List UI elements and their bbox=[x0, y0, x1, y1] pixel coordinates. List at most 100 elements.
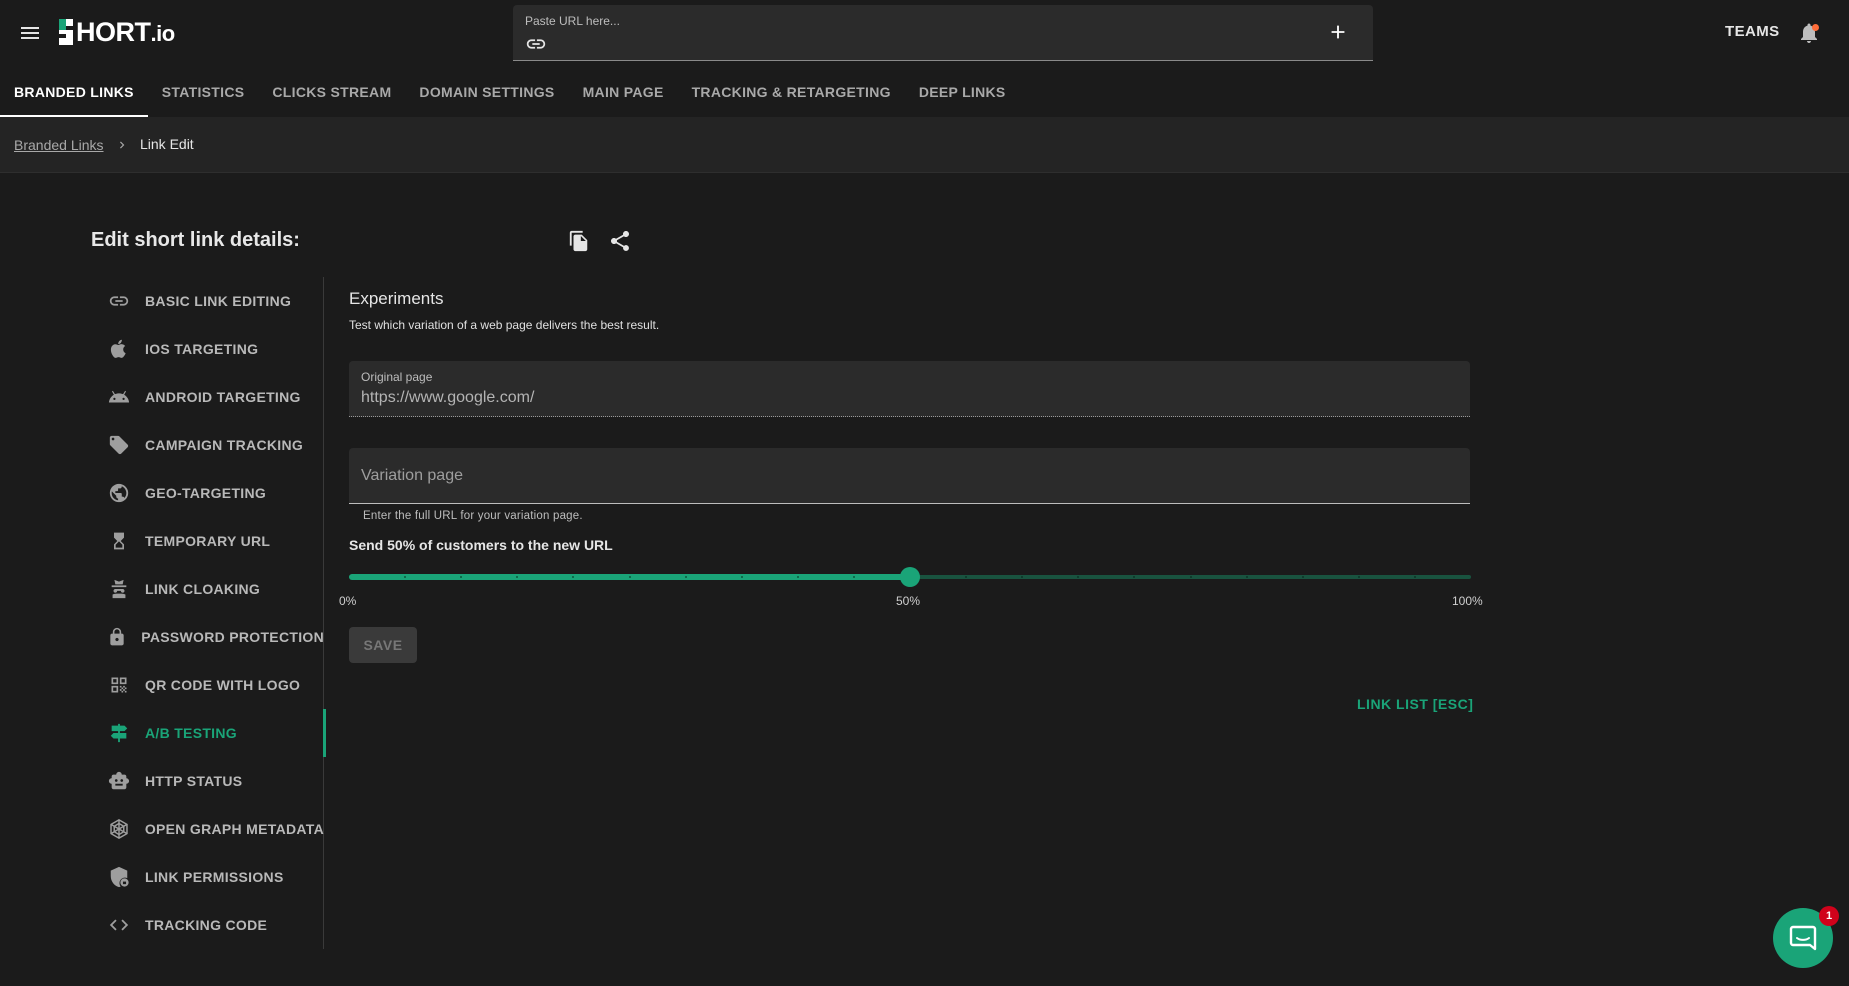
sidebar-item-label: OPEN GRAPH METADATA bbox=[145, 821, 324, 837]
slider-step-tick bbox=[853, 576, 855, 578]
breadcrumb-branded-links[interactable]: Branded Links bbox=[14, 137, 104, 153]
slider-step-tick bbox=[741, 576, 743, 578]
variation-page-input[interactable]: Variation page bbox=[349, 448, 1470, 504]
short-io-logo[interactable]: HORT.io bbox=[57, 14, 175, 50]
link-list-button[interactable]: LINK LIST [ESC] bbox=[1357, 696, 1473, 712]
sidebar-item-label: ANDROID TARGETING bbox=[145, 389, 301, 405]
notifications-bell-icon[interactable] bbox=[1797, 21, 1821, 45]
sidebar-item-android-targeting[interactable]: ANDROID TARGETING bbox=[91, 373, 324, 421]
qr-code-icon bbox=[107, 673, 131, 697]
copy-icon[interactable] bbox=[568, 229, 590, 253]
slider-step-tick bbox=[1133, 576, 1135, 578]
sidebar-item-ios-targeting[interactable]: IOS TARGETING bbox=[91, 325, 324, 373]
chevron-right-icon bbox=[115, 138, 129, 152]
sidebar-item-geo-targeting[interactable]: GEO-TARGETING bbox=[91, 469, 324, 517]
variation-page-placeholder: Variation page bbox=[361, 467, 463, 485]
slider-step-tick bbox=[629, 576, 631, 578]
logo-mark-icon bbox=[57, 19, 75, 45]
chat-launcher-button[interactable]: 1 bbox=[1773, 908, 1833, 968]
apple-icon bbox=[107, 337, 131, 361]
sidebar-item-label: QR CODE WITH LOGO bbox=[145, 677, 300, 693]
save-button[interactable]: SAVE bbox=[349, 627, 417, 663]
tab-clicks-stream[interactable]: CLICKS STREAM bbox=[258, 70, 405, 117]
hourglass-icon bbox=[107, 529, 131, 553]
original-page-field: Original page https://www.google.com/ bbox=[349, 361, 1470, 417]
sidebar-item-label: LINK PERMISSIONS bbox=[145, 869, 284, 885]
sidebar-item-label: TRACKING CODE bbox=[145, 917, 267, 933]
slider-step-tick bbox=[516, 576, 518, 578]
sidebar-item-label: GEO-TARGETING bbox=[145, 485, 266, 501]
slider-step-tick bbox=[1077, 576, 1079, 578]
add-link-plus-icon[interactable] bbox=[1327, 21, 1349, 43]
logo-text: HORT.io bbox=[76, 17, 175, 48]
sidebar-item-label: IOS TARGETING bbox=[145, 341, 258, 357]
slider-step-tick bbox=[965, 576, 967, 578]
sidebar-item-temporary-url[interactable]: TEMPORARY URL bbox=[91, 517, 324, 565]
shield-lock-icon bbox=[107, 865, 131, 889]
sidebar-item-label: HTTP STATUS bbox=[145, 773, 242, 789]
sidebar-item-ab-testing[interactable]: A/B TESTING bbox=[91, 709, 324, 757]
experiments-title: Experiments bbox=[349, 289, 443, 309]
slider-mid-label: 50% bbox=[896, 594, 920, 608]
tab-main-page[interactable]: MAIN PAGE bbox=[569, 70, 678, 117]
paste-url-placeholder: Paste URL here... bbox=[525, 14, 620, 28]
slider-step-tick bbox=[1302, 576, 1304, 578]
chat-icon bbox=[1789, 924, 1817, 952]
tab-statistics[interactable]: STATISTICS bbox=[148, 70, 259, 117]
sidebar-item-password-protection[interactable]: PASSWORD PROTECTION bbox=[91, 613, 324, 661]
slider-min-label: 0% bbox=[339, 594, 356, 608]
slider-step-tick bbox=[460, 576, 462, 578]
link-edit-sidebar: BASIC LINK EDITING IOS TARGETING ANDROID… bbox=[91, 277, 324, 949]
traffic-split-slider[interactable] bbox=[349, 567, 1471, 587]
signpost-icon bbox=[107, 721, 131, 745]
sidebar-item-label: TEMPORARY URL bbox=[145, 533, 270, 549]
graph-icon bbox=[107, 817, 131, 841]
slider-step-tick bbox=[1246, 576, 1248, 578]
slider-step-tick bbox=[797, 576, 799, 578]
sidebar-item-campaign-tracking[interactable]: CAMPAIGN TRACKING bbox=[91, 421, 324, 469]
tab-domain-settings[interactable]: DOMAIN SETTINGS bbox=[405, 70, 568, 117]
sidebar-item-label: CAMPAIGN TRACKING bbox=[145, 437, 303, 453]
original-page-label: Original page bbox=[361, 370, 432, 384]
sidebar-item-basic-link-editing[interactable]: BASIC LINK EDITING bbox=[91, 277, 324, 325]
tab-deep-links[interactable]: DEEP LINKS bbox=[905, 70, 1020, 117]
notification-dot bbox=[1812, 24, 1819, 31]
android-icon bbox=[107, 385, 131, 409]
sidebar-item-label: BASIC LINK EDITING bbox=[145, 293, 291, 309]
slider-step-tick bbox=[1414, 576, 1416, 578]
link-icon bbox=[525, 33, 547, 55]
tab-tracking-retargeting[interactable]: TRACKING & RETARGETING bbox=[678, 70, 905, 117]
robot-icon bbox=[107, 769, 131, 793]
slider-thumb[interactable] bbox=[900, 567, 920, 587]
sidebar-item-label: A/B TESTING bbox=[145, 725, 237, 741]
sidebar-item-http-status[interactable]: HTTP STATUS bbox=[91, 757, 324, 805]
slider-step-tick bbox=[1358, 576, 1360, 578]
slider-step-tick bbox=[572, 576, 574, 578]
share-icon[interactable] bbox=[608, 229, 632, 253]
sidebar-item-tracking-code[interactable]: TRACKING CODE bbox=[91, 901, 324, 949]
link-icon bbox=[107, 289, 131, 313]
sidebar-item-open-graph-metadata[interactable]: OPEN GRAPH METADATA bbox=[91, 805, 324, 853]
sidebar-item-link-permissions[interactable]: LINK PERMISSIONS bbox=[91, 853, 324, 901]
sidebar-item-qr-code-with-logo[interactable]: QR CODE WITH LOGO bbox=[91, 661, 324, 709]
breadcrumb-current: Link Edit bbox=[140, 136, 194, 152]
experiments-subtitle: Test which variation of a web page deliv… bbox=[349, 318, 659, 332]
page-title: Edit short link details: bbox=[91, 229, 300, 252]
top-bar: HORT.io Paste URL here... TEAMS bbox=[0, 0, 1849, 66]
tag-icon bbox=[107, 433, 131, 457]
paste-url-field[interactable]: Paste URL here... bbox=[513, 5, 1373, 61]
main-nav-tabs: BRANDED LINKS STATISTICS CLICKS STREAM D… bbox=[0, 70, 1020, 117]
slider-max-label: 100% bbox=[1452, 594, 1483, 608]
sidebar-item-label: LINK CLOAKING bbox=[145, 581, 260, 597]
slider-step-tick bbox=[685, 576, 687, 578]
slider-step-tick bbox=[1021, 576, 1023, 578]
tab-branded-links[interactable]: BRANDED LINKS bbox=[0, 70, 148, 117]
variation-page-hint: Enter the full URL for your variation pa… bbox=[363, 510, 583, 522]
chat-unread-badge: 1 bbox=[1819, 906, 1839, 926]
spy-icon bbox=[107, 577, 131, 601]
hamburger-menu-icon[interactable] bbox=[18, 21, 42, 45]
slider-step-tick bbox=[404, 576, 406, 578]
teams-button[interactable]: TEAMS bbox=[1725, 23, 1780, 40]
sidebar-item-link-cloaking[interactable]: LINK CLOAKING bbox=[91, 565, 324, 613]
globe-icon bbox=[107, 481, 131, 505]
